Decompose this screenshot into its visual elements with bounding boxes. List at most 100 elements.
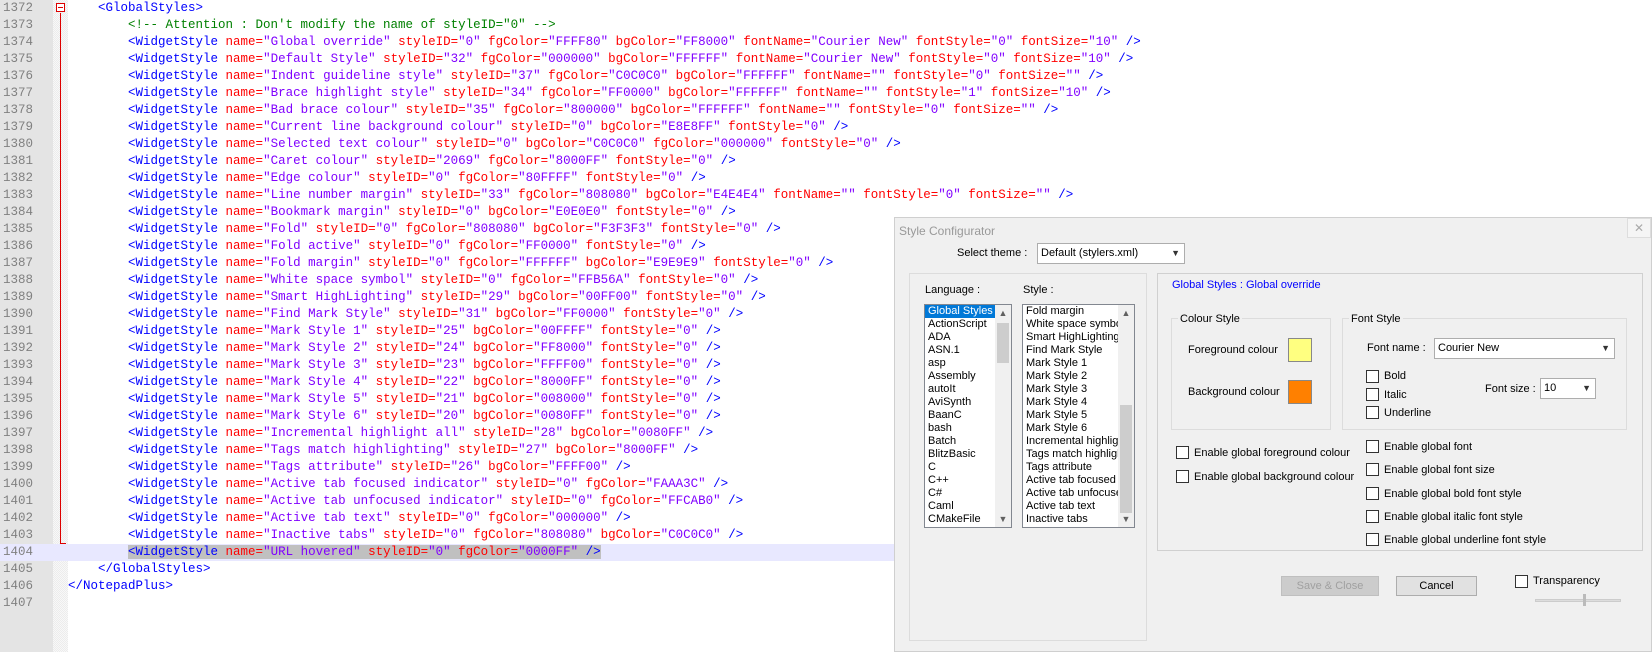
code-line[interactable]: 1379 <WidgetStyle name="Current line bac… bbox=[0, 119, 1652, 136]
code-token: fgColor= bbox=[480, 52, 541, 66]
code-token: "Tags attribute" bbox=[263, 460, 391, 474]
code-token: "" bbox=[870, 69, 894, 83]
code-token: styleID= bbox=[398, 511, 459, 525]
code-token: bgColor= bbox=[615, 35, 676, 49]
code-token: /> bbox=[750, 290, 766, 304]
code-token: <WidgetStyle bbox=[128, 273, 226, 287]
enable-global-font-size-label: Enable global font size bbox=[1384, 464, 1495, 476]
line-number: 1382 bbox=[2, 171, 33, 185]
code-token: "0" bbox=[938, 188, 969, 202]
line-number: 1381 bbox=[2, 154, 33, 168]
code-line[interactable]: 1373 <!-- Attention : Don't modify the n… bbox=[0, 17, 1652, 34]
transparency-checkbox[interactable] bbox=[1515, 575, 1528, 588]
bold-label: Bold bbox=[1384, 370, 1407, 382]
close-icon[interactable]: ✕ bbox=[1627, 218, 1651, 238]
enable-global-bg-checkbox[interactable] bbox=[1176, 470, 1189, 483]
code-token: fontSize= bbox=[1013, 52, 1081, 66]
theme-select[interactable]: Default (stylers.xml) ▼ bbox=[1037, 243, 1185, 264]
style-list[interactable]: Fold margin White space symbol Smart HighL… bbox=[1022, 304, 1135, 528]
code-line[interactable]: 1372 <GlobalStyles> bbox=[0, 0, 1652, 17]
colour-style-label: Colour Style bbox=[1178, 313, 1242, 325]
scroll-down-icon[interactable]: ▼ bbox=[1118, 511, 1134, 527]
font-name-select[interactable]: Courier New ▼ bbox=[1434, 338, 1615, 359]
italic-checkbox[interactable] bbox=[1366, 388, 1379, 401]
code-line[interactable]: 1381 <WidgetStyle name="Caret colour" st… bbox=[0, 153, 1652, 170]
code-token: "808080" bbox=[465, 222, 534, 236]
code-text: <WidgetStyle name="Bookmark margin" styl… bbox=[68, 204, 736, 221]
code-token: fgColor= bbox=[488, 154, 549, 168]
transparency-slider-thumb[interactable] bbox=[1583, 594, 1586, 606]
code-token: bgColor= bbox=[473, 358, 534, 372]
code-token: "23" bbox=[435, 358, 474, 372]
enable-global-font-size-checkbox[interactable] bbox=[1366, 463, 1379, 476]
line-number: 1402 bbox=[2, 511, 33, 525]
save-close-button[interactable]: Save & Close bbox=[1281, 576, 1379, 596]
code-line[interactable]: 1382 <WidgetStyle name="Edge colour" sty… bbox=[0, 170, 1652, 187]
code-token: "0" bbox=[675, 375, 706, 389]
code-token: fontStyle= bbox=[863, 188, 939, 202]
background-colour-swatch[interactable] bbox=[1288, 380, 1312, 404]
code-token: "32" bbox=[443, 52, 481, 66]
code-token: "25" bbox=[435, 324, 474, 338]
code-token: fgColor= bbox=[473, 528, 534, 542]
code-line[interactable]: 1383 <WidgetStyle name="Line number marg… bbox=[0, 187, 1652, 204]
code-line[interactable]: 1380 <WidgetStyle name="Selected text co… bbox=[0, 136, 1652, 153]
code-token: <WidgetStyle bbox=[128, 103, 226, 117]
code-line[interactable]: 1376 <WidgetStyle name="Indent guideline… bbox=[0, 68, 1652, 85]
code-token: <WidgetStyle bbox=[128, 222, 226, 236]
code-token: "22" bbox=[435, 375, 474, 389]
code-text: <WidgetStyle name="Mark Style 1" styleID… bbox=[68, 323, 721, 340]
code-token: styleID= bbox=[495, 477, 556, 491]
code-token: "0" bbox=[495, 137, 526, 151]
enable-global-fg-checkbox[interactable] bbox=[1176, 446, 1189, 459]
bold-checkbox[interactable] bbox=[1366, 370, 1379, 383]
line-number: 1377 bbox=[2, 86, 33, 100]
enable-global-underline-checkbox[interactable] bbox=[1366, 533, 1379, 546]
code-text: <WidgetStyle name="Mark Style 5" styleID… bbox=[68, 391, 721, 408]
enable-global-font-checkbox[interactable] bbox=[1366, 440, 1379, 453]
code-token: "0080FF" bbox=[533, 409, 601, 423]
code-line[interactable]: 1377 <WidgetStyle name="Brace highlight … bbox=[0, 85, 1652, 102]
code-token: <WidgetStyle bbox=[128, 375, 226, 389]
code-token: "0" bbox=[570, 120, 601, 134]
language-list[interactable]: Global Styles ActionScript ADA ASN.1 asp Asse… bbox=[924, 304, 1012, 528]
code-token: fgColor= bbox=[458, 239, 519, 253]
code-line[interactable]: 1374 <WidgetStyle name="Global override"… bbox=[0, 34, 1652, 51]
code-token: "000000" bbox=[713, 137, 781, 151]
code-token: /> bbox=[615, 511, 631, 525]
code-token: "FFFFFF" bbox=[690, 103, 759, 117]
code-text: <WidgetStyle name="Active tab text" styl… bbox=[68, 510, 631, 527]
code-token: /> bbox=[728, 528, 744, 542]
code-token: fontName= bbox=[795, 86, 864, 100]
code-token: bgColor= bbox=[645, 188, 706, 202]
font-size-select[interactable]: 10 ▼ bbox=[1540, 378, 1596, 399]
code-token: /> bbox=[713, 477, 729, 491]
code-token: styleID= bbox=[443, 86, 504, 100]
code-token: <WidgetStyle bbox=[128, 35, 226, 49]
cancel-button[interactable]: Cancel bbox=[1396, 576, 1477, 596]
enable-global-bold-checkbox[interactable] bbox=[1366, 487, 1379, 500]
code-token: /> bbox=[705, 358, 721, 372]
transparency-slider[interactable] bbox=[1535, 599, 1621, 602]
code-token: "0" bbox=[990, 35, 1021, 49]
style-scrollbar[interactable]: ▲ ▼ bbox=[1118, 305, 1134, 527]
line-number: 1396 bbox=[2, 409, 33, 423]
enable-global-font-label: Enable global font bbox=[1384, 441, 1473, 453]
underline-checkbox[interactable] bbox=[1366, 406, 1379, 419]
language-scrollbar[interactable]: ▲ ▼ bbox=[995, 305, 1011, 527]
code-line[interactable]: 1375 <WidgetStyle name="Default Style" s… bbox=[0, 51, 1652, 68]
code-token: "26" bbox=[450, 460, 489, 474]
scroll-down-icon[interactable]: ▼ bbox=[995, 511, 1011, 527]
code-text: <WidgetStyle name="Fold" styleID="0" fgC… bbox=[68, 221, 781, 238]
foreground-colour-swatch[interactable] bbox=[1288, 338, 1312, 362]
scroll-thumb[interactable] bbox=[997, 323, 1009, 363]
scroll-thumb[interactable] bbox=[1120, 405, 1132, 513]
code-text: <WidgetStyle name="Inactive tabs" styleI… bbox=[68, 527, 743, 544]
code-line[interactable]: 1378 <WidgetStyle name="Bad brace colour… bbox=[0, 102, 1652, 119]
scroll-up-icon[interactable]: ▲ bbox=[1118, 305, 1134, 321]
code-token: "FF8000" bbox=[675, 35, 744, 49]
scroll-up-icon[interactable]: ▲ bbox=[995, 305, 1011, 321]
enable-global-italic-checkbox[interactable] bbox=[1366, 510, 1379, 523]
code-token: /> bbox=[720, 154, 736, 168]
code-text: <WidgetStyle name="Smart HighLighting" s… bbox=[68, 289, 766, 306]
